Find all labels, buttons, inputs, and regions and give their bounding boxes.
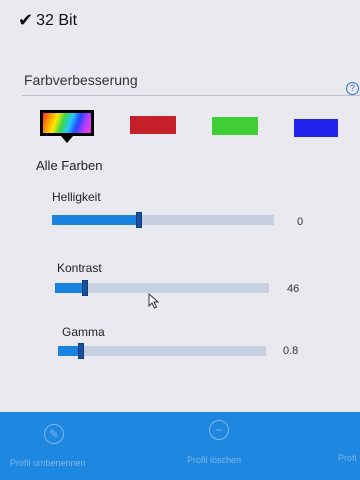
delete-profile-button[interactable]: Profil löschen — [187, 455, 241, 465]
rename-profile-icon: ✎ — [44, 424, 64, 444]
brightness-thumb[interactable] — [136, 212, 142, 228]
gamma-value: 0.8 — [283, 345, 299, 357]
contrast-value: 46 — [287, 283, 300, 295]
selected-color-label: Alle Farben — [36, 158, 103, 173]
delete-profile-icon: − — [209, 420, 229, 440]
swatch-red[interactable] — [130, 116, 176, 134]
brightness-slider[interactable] — [52, 212, 274, 228]
gamma-thumb[interactable] — [78, 343, 84, 359]
selection-pointer-icon — [61, 136, 73, 143]
gamma-slider[interactable] — [58, 343, 266, 359]
brightness-fill — [52, 215, 139, 225]
rainbow-swatch-fill — [43, 113, 91, 133]
section-divider — [22, 95, 360, 96]
checkmark-icon: ✔ — [18, 10, 34, 30]
contrast-slider[interactable] — [55, 280, 269, 296]
help-icon[interactable]: ? — [346, 82, 359, 95]
bit-depth-label: 32 Bit — [36, 11, 78, 29]
contrast-thumb[interactable] — [82, 280, 88, 296]
mouse-cursor-icon — [148, 293, 160, 309]
rename-profile-button[interactable]: Profil umbenennen — [10, 458, 86, 468]
profile-action-button[interactable]: Profi — [338, 453, 357, 463]
brightness-label: Helligkeit — [52, 190, 101, 204]
brightness-value: 0 — [297, 216, 304, 228]
contrast-label: Kontrast — [57, 261, 102, 275]
gamma-label: Gamma — [62, 325, 105, 339]
swatch-all-colors[interactable] — [40, 110, 94, 136]
contrast-fill — [55, 283, 85, 293]
section-title: Farbverbesserung — [24, 72, 138, 88]
swatch-green[interactable] — [212, 117, 258, 135]
bit-depth-option[interactable]: ✔ 32 Bit — [18, 10, 77, 31]
bottom-toolbar: ✎ Profil umbenennen − Profil löschen Pro… — [0, 412, 360, 480]
swatch-blue[interactable] — [294, 119, 338, 137]
